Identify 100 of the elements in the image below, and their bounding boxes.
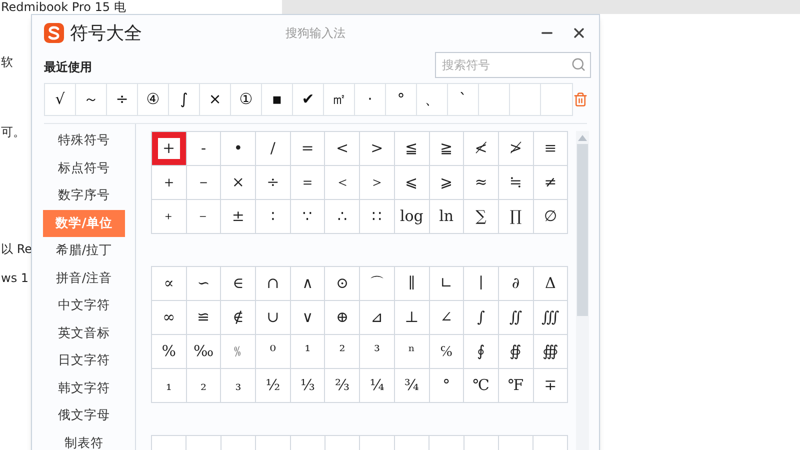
symbol-cell[interactable]: ℉ (498, 369, 533, 402)
symbol-cell[interactable]: ﹢ (152, 200, 186, 233)
category-item[interactable]: 日文字符 (43, 347, 125, 374)
symbol-cell[interactable]: ⊥ (394, 301, 428, 334)
symbol-cell[interactable]: ＜ (325, 166, 360, 199)
symbol-cell[interactable]: ⅓ (290, 369, 324, 402)
symbol-cell[interactable]: ≯ (498, 132, 533, 165)
symbol-cell[interactable]: ¹ (290, 335, 324, 368)
symbol-cell[interactable]: ≦ (394, 132, 428, 165)
symbol-cell[interactable]: ‰ (186, 335, 220, 368)
symbol-cell[interactable]: ∂ (498, 267, 533, 300)
symbol-cell[interactable]: = (290, 132, 324, 165)
symbol-cell[interactable]: ∵ (290, 200, 324, 233)
symbol-cell[interactable]: ₂ (186, 369, 220, 402)
symbol-cell[interactable]: ⊕ (325, 301, 360, 334)
category-item[interactable]: 韩文字符 (43, 374, 125, 402)
symbol-cell[interactable]: ⁿ (394, 335, 428, 368)
symbol-cell[interactable]: ∽ (186, 267, 220, 300)
symbol-cell[interactable]: ⩽ (394, 166, 428, 199)
symbol-cell[interactable]: ₁ (152, 369, 186, 402)
search-field[interactable]: 搜索符号 (435, 52, 591, 78)
scroll-up-icon[interactable] (578, 135, 588, 141)
symbol-cell[interactable]: ℃ (464, 369, 498, 402)
symbol-cell[interactable]: ＞ (360, 166, 394, 199)
symbol-cell[interactable]: ∷ (360, 200, 394, 233)
symbol-cell[interactable]: % (152, 335, 186, 368)
symbol-cell[interactable]: ≡ (534, 132, 568, 165)
symbol-cell[interactable]: ∯ (498, 335, 533, 368)
symbol-cell[interactable]: ∥ (394, 267, 428, 300)
symbol-cell[interactable]: ∴ (325, 200, 360, 233)
symbol-cell[interactable]: ∶ (256, 200, 290, 233)
symbol-cell[interactable]: ½ (256, 369, 290, 402)
symbol-cell[interactable]: ≒ (498, 166, 533, 199)
symbol-cell[interactable]: ∫ (464, 301, 498, 334)
symbol-cell[interactable]: ⊿ (360, 301, 394, 334)
symbol-cell[interactable]: - (186, 132, 220, 165)
symbol-cell[interactable]: ∣ (464, 267, 498, 300)
symbol-cell[interactable]: ∏ (498, 200, 533, 233)
symbol-cell[interactable]: ⊙ (325, 267, 360, 300)
symbol-cell[interactable]: ＋ (152, 166, 186, 199)
category-item[interactable]: 标点符号 (43, 154, 125, 182)
symbol-cell[interactable]: ∮ (464, 335, 498, 368)
symbol-cell[interactable]: ⩾ (430, 166, 464, 199)
symbol-cell[interactable]: / (256, 132, 290, 165)
symbol-cell[interactable]: ⁰ (256, 335, 290, 368)
symbol-cell[interactable]: ∬ (498, 301, 533, 334)
scrollbar[interactable] (576, 131, 590, 450)
symbol-cell[interactable]: ³ (360, 335, 394, 368)
symbol-cell[interactable]: ℅ (430, 335, 464, 368)
symbol-cell[interactable]: ≈ (464, 166, 498, 199)
symbol-cell[interactable]: ﹣ (186, 200, 220, 233)
symbol-cell[interactable]: ∝ (152, 267, 186, 300)
symbol-cell[interactable]: ⅔ (325, 369, 360, 402)
trash-icon[interactable] (573, 92, 588, 107)
symbol-cell[interactable]: log (394, 200, 428, 233)
symbol-cell[interactable]: ∅ (534, 200, 568, 233)
category-item[interactable]: 数字序号 (43, 182, 125, 210)
symbol-cell[interactable]: ∟ (430, 267, 464, 300)
symbol-cell[interactable]: Δ (534, 267, 568, 300)
symbol-cell[interactable]: ∓ (534, 369, 568, 402)
symbol-cell[interactable]: + (152, 132, 186, 165)
symbol-cell[interactable]: ² (325, 335, 360, 368)
symbol-cell[interactable]: ∰ (534, 335, 568, 368)
category-item[interactable]: 制表符 (43, 430, 125, 450)
symbol-cell[interactable]: ∭ (534, 301, 568, 334)
category-item[interactable]: 希腊/拉丁 (43, 237, 125, 264)
close-icon[interactable] (571, 25, 587, 41)
symbol-cell[interactable]: ∩ (256, 267, 290, 300)
symbol-cell[interactable]: ∨ (290, 301, 324, 334)
symbol-cell[interactable]: ∉ (221, 301, 256, 334)
symbol-cell[interactable]: • (221, 132, 256, 165)
symbol-cell[interactable]: ＝ (290, 166, 324, 199)
symbol-cell[interactable]: － (186, 166, 220, 199)
category-item[interactable]: 英文音标 (43, 320, 125, 347)
category-item[interactable]: 拼音/注音 (43, 264, 125, 292)
symbol-cell[interactable]: ≮ (464, 132, 498, 165)
symbol-cell[interactable]: > (360, 132, 394, 165)
category-item[interactable]: 俄文字母 (43, 402, 125, 430)
symbol-cell[interactable]: ± (221, 200, 256, 233)
symbol-cell[interactable]: ≧ (430, 132, 464, 165)
category-item[interactable]: 特殊符号 (43, 127, 125, 154)
symbol-cell[interactable]: ÷ (256, 166, 290, 199)
symbol-cell[interactable]: ln (430, 200, 464, 233)
symbol-cell[interactable]: ∑ (464, 200, 498, 233)
symbol-cell[interactable]: ﹪ (221, 335, 256, 368)
symbol-cell[interactable]: ° (430, 369, 464, 402)
symbol-cell[interactable]: ≌ (186, 301, 220, 334)
category-item[interactable]: 中文字符 (43, 292, 125, 320)
symbol-cell[interactable]: ∞ (152, 301, 186, 334)
symbol-cell[interactable]: ₃ (221, 369, 256, 402)
symbol-cell[interactable]: × (221, 166, 256, 199)
symbol-cell[interactable]: ∧ (290, 267, 324, 300)
symbol-cell[interactable]: ¼ (360, 369, 394, 402)
symbol-cell[interactable]: ∪ (256, 301, 290, 334)
symbol-cell[interactable]: ∈ (221, 267, 256, 300)
symbol-cell[interactable]: ¾ (394, 369, 428, 402)
scroll-thumb[interactable] (577, 144, 588, 316)
search-icon[interactable] (571, 57, 586, 72)
symbol-cell[interactable]: ≠ (534, 166, 568, 199)
symbol-cell[interactable]: < (325, 132, 360, 165)
